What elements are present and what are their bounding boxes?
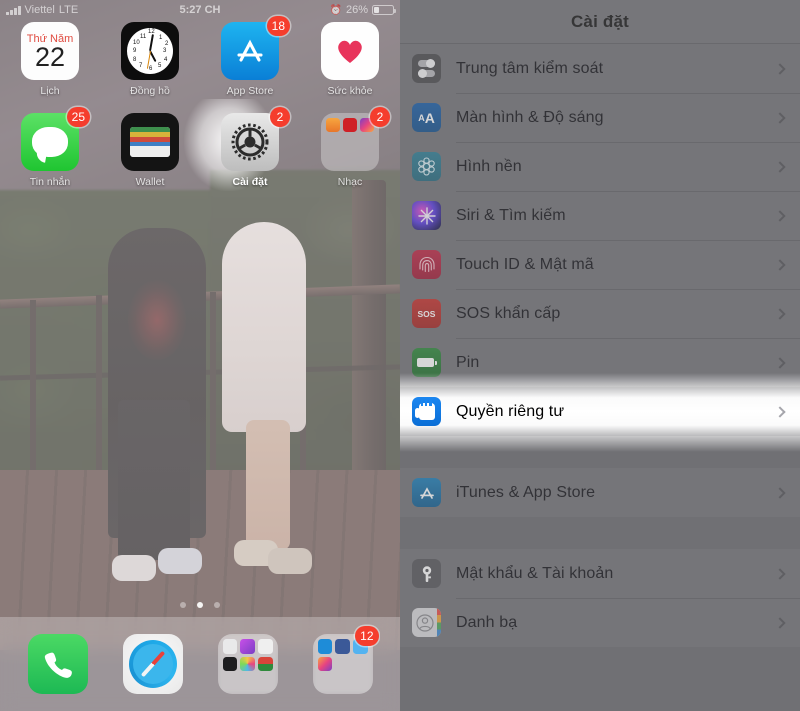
settings-row-label: Pin <box>456 353 480 371</box>
app-icon-music-folder[interactable]: 2 Nhạc <box>300 107 400 188</box>
clock-icon: 12 3 6 9 1 2 4 5 7 8 10 11 <box>121 22 179 80</box>
alarm-clock-icon: ⏰ <box>329 4 342 16</box>
app-row-1: Thứ Năm 22 Lịch 12 3 6 9 1 2 4 5 7 8 10 … <box>0 16 400 97</box>
settings-group-1: Trung tâm kiểm soát AA Màn hình & Độ sán… <box>400 44 800 452</box>
dock: 12 <box>0 617 400 711</box>
page-dot[interactable] <box>180 602 186 608</box>
page-dots[interactable] <box>0 602 400 608</box>
display-brightness-icon: AA <box>412 103 441 132</box>
settings-row-label: Hình nền <box>456 157 522 175</box>
dock-icon-safari[interactable] <box>122 634 183 694</box>
settings-row-contacts[interactable]: Danh bạ <box>400 598 800 647</box>
safari-compass-icon <box>122 634 183 694</box>
app-label: Wallet <box>135 176 165 188</box>
calendar-icon: Thứ Năm 22 <box>21 22 79 80</box>
settings-row-display-brightness[interactable]: AA Màn hình & Độ sáng <box>400 93 800 142</box>
chevron-right-icon <box>774 258 786 271</box>
settings-row-label: Màn hình & Độ sáng <box>456 108 604 126</box>
privacy-hand-icon <box>412 397 441 426</box>
settings-row-passwords-accounts[interactable]: Mật khẩu & Tài khoản <box>400 549 800 598</box>
battery-percent-label: 26% <box>345 4 368 16</box>
screenshot-root: Viettel LTE 5:27 CH ⏰ 26% Thứ Năm 22 Lịc… <box>0 0 800 711</box>
calendar-day: 22 <box>34 42 66 72</box>
settings-row-label: iTunes & App Store <box>456 483 596 501</box>
group-separator <box>400 517 800 549</box>
dock-folder-photos[interactable] <box>217 634 278 694</box>
settings-row-siri-search[interactable]: Siri & Tìm kiếm <box>400 191 800 240</box>
chevron-right-icon <box>774 62 786 75</box>
badge-count: 25 <box>66 107 90 127</box>
app-label: Cài đặt <box>232 176 268 188</box>
chevron-right-icon <box>774 111 786 124</box>
app-label: App Store <box>226 85 274 97</box>
settings-row-label: Danh bạ <box>456 613 518 631</box>
contacts-icon <box>412 608 441 637</box>
siri-icon <box>412 201 441 230</box>
badge-count: 12 <box>355 626 379 646</box>
settings-group-3: Mật khẩu & Tài khoản Danh bạ <box>400 549 800 647</box>
page-dot-active[interactable] <box>197 602 203 608</box>
app-label: Đồng hồ <box>130 85 170 97</box>
app-icon-app-store[interactable]: 18 App Store <box>200 16 300 97</box>
phone-icon <box>27 634 88 694</box>
dock-icon-phone[interactable] <box>27 634 88 694</box>
chevron-right-icon <box>774 405 786 418</box>
wallpaper-icon <box>412 152 441 181</box>
control-center-icon <box>412 54 441 83</box>
app-icon-clock[interactable]: 12 3 6 9 1 2 4 5 7 8 10 11 Đồng hồ <box>100 22 200 97</box>
sos-icon-text: SOS <box>417 308 436 319</box>
badge-count: 2 <box>270 107 290 127</box>
settings-row-privacy[interactable]: Quyền riêng tư <box>400 387 800 436</box>
settings-row-label: Siri & Tìm kiếm <box>456 206 566 224</box>
sos-icon: SOS <box>412 299 441 328</box>
page-dot[interactable] <box>214 602 220 608</box>
wallet-icon <box>121 113 179 171</box>
app-icon-messages[interactable]: 25 Tin nhắn <box>0 107 100 188</box>
chevron-right-icon <box>774 616 786 629</box>
itunes-app-store-icon <box>412 478 441 507</box>
app-row-2: 25 Tin nhắn Wallet 2 Cài đặt 2 Nhạc <box>0 99 400 191</box>
highlight-wrapper: Quyền riêng tư <box>400 373 800 452</box>
settings-row-label: SOS khẩn cấp <box>456 304 561 322</box>
app-label: Tin nhắn <box>29 176 71 188</box>
settings-group-2: iTunes & App Store <box>400 468 800 517</box>
chevron-right-icon <box>774 356 786 369</box>
settings-row-label: Trung tâm kiểm soát <box>456 59 604 77</box>
settings-row-label: Quyền riêng tư <box>456 402 565 420</box>
app-label: Lịch <box>40 85 60 97</box>
chevron-right-icon <box>774 307 786 320</box>
dock-folder-social[interactable]: 12 <box>312 626 379 694</box>
settings-panel: Cài đặt Trung tâm kiểm soát AA Màn hình <box>400 0 800 711</box>
chevron-right-icon <box>774 567 786 580</box>
settings-row-itunes-app-store[interactable]: iTunes & App Store <box>400 468 800 517</box>
app-icon-calendar[interactable]: Thứ Năm 22 Lịch <box>0 22 100 97</box>
app-icon-health[interactable]: Sức khỏe <box>300 22 400 97</box>
settings-row-emergency-sos[interactable]: SOS SOS khẩn cấp <box>400 289 800 338</box>
app-label: Nhạc <box>337 176 363 188</box>
touch-id-icon <box>412 250 441 279</box>
settings-row-label: Mật khẩu & Tài khoản <box>456 564 614 582</box>
chevron-right-icon <box>774 160 786 173</box>
app-label: Sức khỏe <box>327 85 373 97</box>
photo-folder-icon <box>217 634 278 694</box>
settings-row-label: Touch ID & Mật mã <box>456 255 594 273</box>
chevron-right-icon <box>774 486 786 499</box>
battery-icon <box>372 5 396 15</box>
iphone-home-screen: Viettel LTE 5:27 CH ⏰ 26% Thứ Năm 22 Lịc… <box>0 0 400 711</box>
chevron-right-icon <box>774 209 786 222</box>
settings-row-touch-id[interactable]: Touch ID & Mật mã <box>400 240 800 289</box>
settings-row-wallpaper[interactable]: Hình nền <box>400 142 800 191</box>
status-bar: Viettel LTE 5:27 CH ⏰ 26% <box>0 0 400 20</box>
settings-row-control-center[interactable]: Trung tâm kiểm soát <box>400 44 800 93</box>
passwords-key-icon <box>412 559 441 588</box>
health-heart-icon <box>321 22 379 80</box>
badge-count: 2 <box>370 107 390 127</box>
page-title: Cài đặt <box>570 11 630 31</box>
navigation-bar: Cài đặt <box>400 0 800 44</box>
app-icon-settings[interactable]: 2 Cài đặt <box>184 99 300 191</box>
settings-list: Trung tâm kiểm soát AA Màn hình & Độ sán… <box>400 44 800 647</box>
app-grid: Thứ Năm 22 Lịch 12 3 6 9 1 2 4 5 7 8 10 … <box>0 16 400 191</box>
